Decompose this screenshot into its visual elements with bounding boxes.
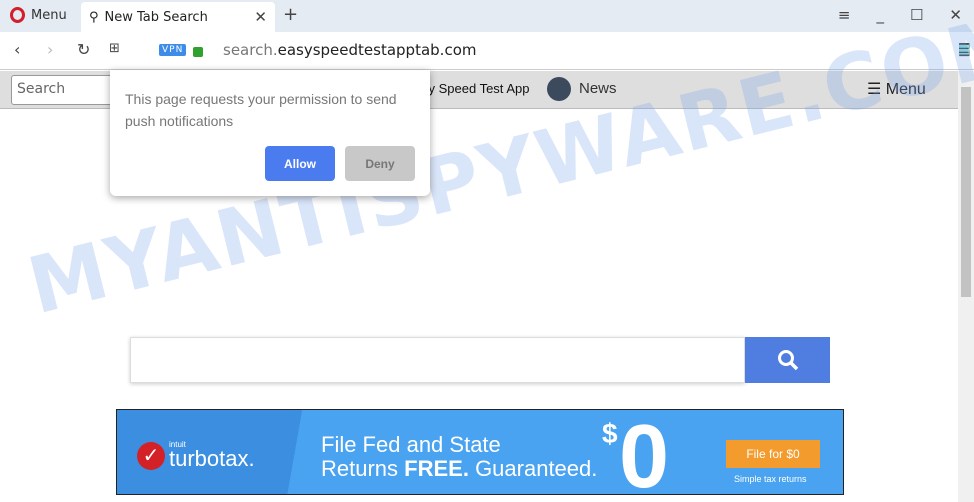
reload-icon[interactable]: ↻ — [77, 40, 90, 59]
lock-icon[interactable] — [193, 47, 203, 57]
tab-bar: Menu ⚲ New Tab Search ✕ + ≡ _ ☐ ✕ — [0, 0, 974, 32]
news-icon[interactable] — [547, 77, 571, 101]
tab-title: New Tab Search — [104, 9, 208, 25]
popup-message: This page requests your permission to se… — [125, 91, 397, 129]
forward-icon[interactable]: › — [47, 40, 53, 59]
url-domain: easyspeedtestapptab.com — [277, 41, 477, 59]
ad-headline-2: Returns FREE. Guaranteed. — [321, 456, 597, 482]
turbotax-check-logo-icon: ✓ — [137, 442, 165, 470]
hamburger-icon: ☰ — [867, 81, 886, 98]
ad-subtext: Simple tax returns — [734, 474, 807, 484]
maximize-icon[interactable]: ☐ — [910, 6, 923, 24]
speed-test-link[interactable]: sy Speed Test App — [422, 81, 529, 96]
deny-button[interactable]: Deny — [345, 146, 415, 181]
url-host: search. — [223, 41, 278, 59]
ad-file-button[interactable]: File for $0 — [726, 440, 820, 468]
easy-setup-icon[interactable]: ☰ — [958, 42, 970, 57]
main-search-button[interactable] — [745, 337, 830, 383]
ad-dollar: $ — [602, 418, 618, 449]
ad-text-bold: FREE. — [404, 456, 469, 481]
tab-new-tab-search[interactable]: ⚲ New Tab Search ✕ — [81, 2, 275, 32]
address-bar: ‹ › ↻ ⊞ VPN search.easyspeedtestapptab.c… — [0, 32, 974, 70]
page-menu-button[interactable]: ☰ Menu — [867, 79, 926, 99]
turbotax-ad-banner[interactable]: ✓ intuit turbotax. File Fed and State Re… — [116, 409, 844, 495]
ad-headline-1: File Fed and State — [321, 432, 501, 457]
scrollbar-thumb[interactable] — [961, 87, 971, 297]
ad-brand: turbotax. — [169, 446, 255, 471]
close-tab-icon[interactable]: ✕ — [254, 8, 267, 26]
close-window-icon[interactable]: ✕ — [949, 6, 962, 24]
page-menu-label: Menu — [885, 81, 926, 98]
tab-menu-icon[interactable]: ≡ — [838, 6, 851, 24]
notification-permission-popup: This page requests your permission to se… — [110, 70, 430, 196]
opera-menu-button[interactable]: Menu — [10, 7, 67, 23]
new-tab-button[interactable]: + — [283, 4, 298, 25]
main-search-input[interactable] — [130, 337, 745, 383]
allow-button[interactable]: Allow — [265, 146, 335, 181]
opera-logo-icon — [10, 7, 25, 23]
back-icon[interactable]: ‹ — [14, 40, 20, 59]
news-link[interactable]: News — [579, 80, 617, 97]
url-field[interactable]: search.easyspeedtestapptab.com — [223, 41, 476, 59]
search-icon: ⚲ — [89, 9, 99, 25]
ad-text: Guaranteed. — [468, 456, 598, 481]
toolbar-search-input[interactable]: Search — [11, 75, 121, 105]
minimize-icon[interactable]: _ — [876, 6, 884, 24]
ad-text: Returns — [321, 456, 405, 481]
menu-label: Menu — [31, 7, 67, 23]
speed-dial-icon[interactable]: ⊞ — [109, 41, 120, 56]
ad-price: 0 — [619, 409, 670, 495]
search-icon — [777, 350, 798, 371]
scrollbar[interactable] — [958, 71, 974, 502]
vpn-badge[interactable]: VPN — [159, 44, 187, 56]
